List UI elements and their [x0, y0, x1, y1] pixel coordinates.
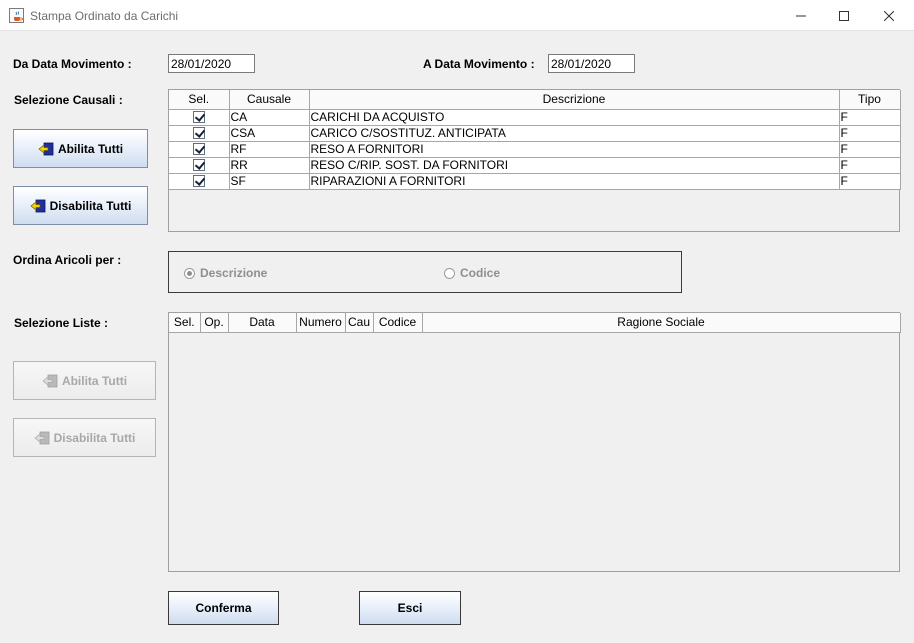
conferma-button[interactable]: Conferma — [168, 591, 279, 625]
column-header-sel[interactable]: Sel. — [169, 90, 230, 110]
tipo-cell: F — [839, 125, 901, 142]
sel-cell[interactable] — [169, 109, 230, 126]
descrizione-cell: RESO A FORNITORI — [309, 141, 840, 158]
radio-button-selected[interactable] — [184, 267, 195, 279]
tipo-cell: F — [839, 109, 901, 126]
abilita-tutti-causali-button[interactable]: Abilita Tutti — [13, 129, 148, 168]
close-button[interactable] — [866, 0, 912, 31]
column-header-sel[interactable]: Sel. — [169, 313, 201, 333]
disabilita-tutti-liste-button[interactable]: Disabilita Tutti — [13, 418, 156, 457]
selezione-liste-label: Selezione Liste : — [14, 316, 109, 330]
column-header-ragione-sociale[interactable]: Ragione Sociale — [422, 313, 901, 333]
column-header-data[interactable]: Data — [228, 313, 297, 333]
table-row[interactable]: RR RESO C/RIP. SOST. DA FORNITORI F — [169, 157, 901, 174]
descrizione-cell: CARICO C/SOSTITUZ. ANTICIPATA — [309, 125, 840, 142]
disabilita-tutti-label: Disabilita Tutti — [49, 198, 132, 213]
row-checkbox[interactable] — [192, 158, 205, 171]
radio-button[interactable] — [444, 267, 455, 279]
radio-codice[interactable]: Codice — [444, 266, 500, 280]
title-bar: Stampa Ordinato da Carichi — [0, 0, 914, 31]
select-all-icon — [42, 374, 58, 388]
selezione-causali-label: Selezione Causali : — [14, 93, 123, 107]
select-all-icon — [38, 142, 54, 156]
select-all-icon — [30, 199, 46, 213]
causale-cell: RF — [229, 141, 310, 158]
table-row[interactable]: CSA CARICO C/SOSTITUZ. ANTICIPATA F — [169, 125, 901, 142]
causale-cell: RR — [229, 157, 310, 174]
sel-cell[interactable] — [169, 125, 230, 142]
causale-cell: CSA — [229, 125, 310, 142]
minimize-icon — [796, 15, 806, 16]
causale-cell: SF — [229, 173, 310, 190]
close-icon — [884, 10, 894, 21]
column-header-numero[interactable]: Numero — [296, 313, 346, 333]
sel-cell[interactable] — [169, 141, 230, 158]
liste-table: Sel. Op. Data Numero Cau Codice Ragione … — [168, 312, 901, 572]
row-checkbox[interactable] — [192, 142, 205, 155]
da-data-input[interactable]: 28/01/2020 — [168, 54, 255, 73]
descrizione-cell: CARICHI DA ACQUISTO — [309, 109, 840, 126]
ordina-radio-group: Descrizione Codice — [168, 251, 682, 293]
causali-header-row: Sel. Causale Descrizione Tipo — [169, 90, 901, 110]
maximize-icon — [839, 10, 849, 21]
row-checkbox[interactable] — [192, 110, 205, 123]
table-row[interactable]: RF RESO A FORNITORI F — [169, 141, 901, 158]
java-cup-icon — [9, 8, 24, 23]
causali-table: Sel. Causale Descrizione Tipo CA CARICHI… — [168, 89, 901, 232]
tipo-cell: F — [839, 141, 901, 158]
descrizione-cell: RIPARAZIONI A FORNITORI — [309, 173, 840, 190]
tipo-cell: F — [839, 157, 901, 174]
tipo-cell: F — [839, 173, 901, 190]
column-header-codice[interactable]: Codice — [373, 313, 423, 333]
column-header-cau[interactable]: Cau — [345, 313, 374, 333]
column-header-descrizione[interactable]: Descrizione — [309, 90, 840, 110]
column-header-op[interactable]: Op. — [200, 313, 229, 333]
disabilita-tutti-label: Disabilita Tutti — [53, 430, 136, 445]
liste-header-row: Sel. Op. Data Numero Cau Codice Ragione … — [169, 313, 901, 333]
column-header-tipo[interactable]: Tipo — [839, 90, 901, 110]
disabilita-tutti-causali-button[interactable]: Disabilita Tutti — [13, 186, 148, 225]
causale-cell: CA — [229, 109, 310, 126]
ordina-articoli-label: Ordina Aricoli per : — [13, 253, 122, 267]
select-all-icon — [34, 431, 50, 445]
radio-descrizione[interactable]: Descrizione — [184, 266, 267, 280]
table-row[interactable]: CA CARICHI DA ACQUISTO F — [169, 109, 901, 126]
minimize-button[interactable] — [778, 0, 824, 31]
table-row[interactable]: SF RIPARAZIONI A FORNITORI F — [169, 173, 901, 190]
da-data-label: Da Data Movimento : — [13, 57, 132, 71]
abilita-tutti-label: Abilita Tutti — [61, 373, 128, 388]
a-data-input[interactable]: 28/01/2020 — [548, 54, 635, 73]
radio-descrizione-label: Descrizione — [200, 266, 268, 280]
esci-button[interactable]: Esci — [359, 591, 461, 625]
column-header-causale[interactable]: Causale — [229, 90, 310, 110]
maximize-button[interactable] — [821, 0, 867, 31]
radio-codice-label: Codice — [460, 266, 501, 280]
a-data-label: A Data Movimento : — [423, 57, 535, 71]
window-title: Stampa Ordinato da Carichi — [30, 9, 179, 23]
sel-cell[interactable] — [169, 157, 230, 174]
sel-cell[interactable] — [169, 173, 230, 190]
descrizione-cell: RESO C/RIP. SOST. DA FORNITORI — [309, 157, 840, 174]
abilita-tutti-label: Abilita Tutti — [57, 141, 124, 156]
abilita-tutti-liste-button[interactable]: Abilita Tutti — [13, 361, 156, 400]
row-checkbox[interactable] — [192, 126, 205, 139]
row-checkbox[interactable] — [192, 174, 205, 187]
